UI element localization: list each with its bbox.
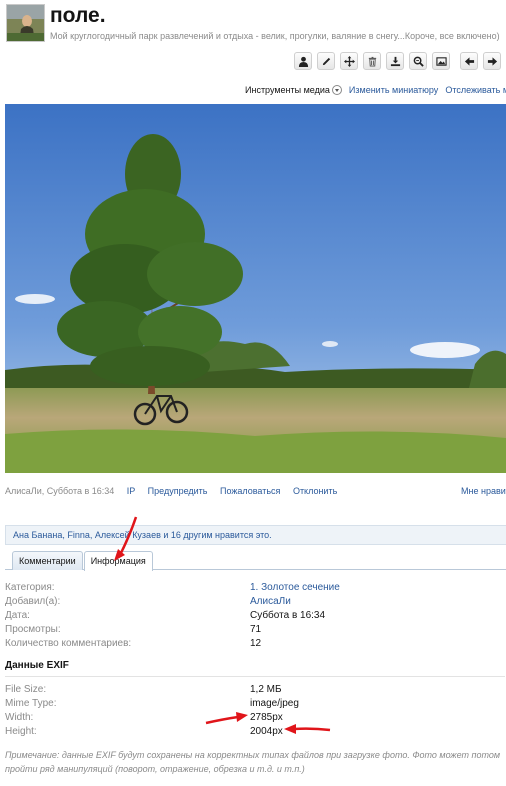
follow-media-link[interactable]: Отслеживать медиа bbox=[445, 85, 506, 95]
like-link[interactable]: Мне нравится bbox=[461, 486, 506, 496]
trash-icon bbox=[368, 56, 376, 67]
info-value: Суббота в 16:34 bbox=[250, 610, 326, 621]
author-time: АлисаЛи, Суббота в 16:34 bbox=[5, 486, 115, 496]
info-label: Дата: bbox=[5, 610, 30, 621]
zoom-icon bbox=[413, 56, 424, 67]
exif-label: Width: bbox=[5, 712, 34, 723]
exif-value: image/jpeg bbox=[250, 698, 299, 709]
annotation-arrow-height bbox=[284, 724, 331, 734]
media-toolbar bbox=[294, 52, 506, 72]
likes-summary: Ана Банана, Finna, Алексей Кузаев и 16 д… bbox=[5, 525, 506, 545]
prev-button[interactable] bbox=[460, 52, 478, 70]
move-button[interactable] bbox=[340, 52, 358, 70]
user-icon bbox=[298, 56, 308, 67]
page-subtitle: Мой круглогодичный парк развлечений и от… bbox=[50, 31, 500, 41]
author-link[interactable]: АлисаЛи bbox=[250, 596, 291, 607]
report-link[interactable]: Пожаловаться bbox=[220, 486, 280, 496]
move-icon bbox=[343, 55, 355, 67]
info-value: 71 bbox=[250, 624, 262, 635]
avatar[interactable] bbox=[6, 4, 45, 42]
arrow-right-icon bbox=[487, 56, 497, 66]
category-link[interactable]: 1. Золотое сечение bbox=[250, 582, 340, 593]
annotation-arrow-width bbox=[205, 712, 248, 725]
info-row-category: Категория: 1. Золотое сечение bbox=[5, 582, 505, 596]
info-row-date: Дата: Суббота в 16:34 bbox=[5, 610, 505, 624]
edit-button[interactable] bbox=[317, 52, 335, 70]
info-row-comments: Количество комментариев: 12 bbox=[5, 638, 505, 652]
media-header: поле. Мой круглогодичный парк развлечени… bbox=[6, 4, 506, 44]
media-meta: АлисаЛи, Суббота в 16:34 IP Предупредить… bbox=[5, 486, 506, 496]
ip-link[interactable]: IP bbox=[127, 486, 135, 496]
edit-icon bbox=[322, 57, 330, 65]
exif-label: Mime Type: bbox=[5, 698, 57, 709]
info-label: Добавил(а): bbox=[5, 596, 61, 607]
exif-value: 2004px bbox=[250, 726, 283, 737]
arrow-left-icon bbox=[464, 56, 474, 66]
info-label: Просмотры: bbox=[5, 624, 61, 635]
chevron-down-icon[interactable] bbox=[331, 85, 342, 95]
info-panel: Категория: 1. Золотое сечение Добавил(а)… bbox=[5, 582, 505, 740]
media-links: Инструменты медиа Изменить миниатюру Отс… bbox=[245, 85, 506, 95]
media-photo[interactable] bbox=[5, 104, 506, 473]
image-icon bbox=[435, 56, 447, 66]
download-button[interactable] bbox=[386, 52, 404, 70]
zoom-button[interactable] bbox=[409, 52, 427, 70]
exif-row-size: File Size: 1,2 МБ bbox=[5, 684, 505, 698]
delete-button[interactable] bbox=[363, 52, 381, 70]
likes-text[interactable]: Ана Банана, Finna, Алексей Кузаев и 16 д… bbox=[13, 530, 272, 540]
tab-comments[interactable]: Комментарии bbox=[12, 551, 83, 570]
image-button[interactable] bbox=[432, 52, 450, 70]
exif-row-height: Height: 2004px bbox=[5, 726, 505, 740]
info-label: Категория: bbox=[5, 582, 55, 593]
exif-row-mime: Mime Type: image/jpeg bbox=[5, 698, 505, 712]
exif-value: 2785px bbox=[250, 712, 283, 723]
media-tools-menu[interactable]: Инструменты медиа bbox=[245, 85, 330, 95]
info-value: 12 bbox=[250, 638, 262, 649]
next-button[interactable] bbox=[483, 52, 501, 70]
page-title: поле. bbox=[50, 4, 106, 27]
info-row-added: Добавил(а): АлисаЛи bbox=[5, 596, 505, 610]
exif-note: Примечание: данные EXIF будут сохранены … bbox=[5, 750, 501, 774]
download-icon bbox=[390, 56, 400, 66]
change-thumbnail-link[interactable]: Изменить миниатюру bbox=[349, 85, 438, 95]
exif-value: 1,2 МБ bbox=[250, 684, 282, 695]
info-label: Количество комментариев: bbox=[5, 638, 132, 649]
exif-label: Height: bbox=[5, 726, 37, 737]
exif-heading: Данные EXIF bbox=[5, 660, 505, 677]
exif-label: File Size: bbox=[5, 684, 47, 695]
annotation-arrow-tab bbox=[114, 516, 138, 561]
warn-link[interactable]: Предупредить bbox=[148, 486, 208, 496]
exif-row-width: Width: 2785px bbox=[5, 712, 505, 726]
user-button[interactable] bbox=[294, 52, 312, 70]
info-row-views: Просмотры: 71 bbox=[5, 624, 505, 638]
reject-link[interactable]: Отклонить bbox=[293, 486, 337, 496]
